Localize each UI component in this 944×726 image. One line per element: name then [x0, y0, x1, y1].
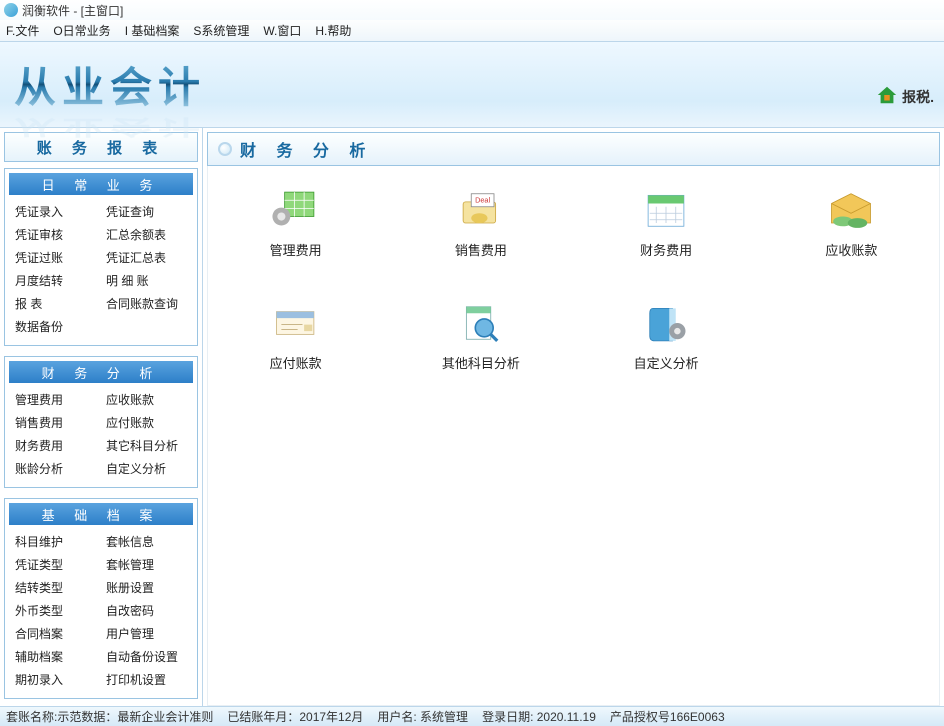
- window-title: 润衡软件 - [主窗口]: [22, 2, 123, 19]
- app-label: 自定义分析: [634, 353, 699, 372]
- sidebar-item[interactable]: 应付账款: [106, 414, 187, 431]
- logo-reflection: 从业会计: [14, 113, 206, 144]
- sidebar-item[interactable]: 自动备份设置: [106, 648, 187, 665]
- sidebar-item[interactable]: 账龄分析: [15, 460, 96, 477]
- sidebar-item[interactable]: 管理费用: [15, 391, 96, 408]
- status-account-name: 套账名称:示范数据：最新企业会计准则: [6, 708, 213, 725]
- tax-report-link[interactable]: 报税.: [876, 84, 934, 109]
- sidebar-item[interactable]: 报 表: [15, 295, 96, 312]
- menubar: F.文件 O日常业务 I 基础档案 S系统管理 W.窗口 H.帮助: [0, 20, 944, 42]
- sidebar-item[interactable]: 凭证查询: [106, 203, 187, 220]
- coins-envelope-icon: [823, 186, 879, 234]
- sidebar-item[interactable]: 自改密码: [106, 602, 187, 619]
- content-title: 财 务 分 析: [240, 137, 373, 161]
- app-sales-expense[interactable]: Deal 销售费用: [426, 186, 536, 259]
- app-label: 应付账款: [270, 353, 322, 372]
- status-username: 用户名: 系统管理: [377, 708, 468, 725]
- calendar-icon: [638, 186, 694, 234]
- sidebar-item[interactable]: 汇总余额表: [106, 226, 187, 243]
- main: 账 务 报 表 日 常 业 务 凭证录入 凭证查询 凭证审核 汇总余额表 凭证过…: [0, 128, 944, 706]
- sidebar-group-header[interactable]: 财 务 分 析: [9, 361, 193, 383]
- sidebar-item[interactable]: 凭证汇总表: [106, 249, 187, 266]
- sidebar-item[interactable]: 外币类型: [15, 602, 96, 619]
- sidebar: 账 务 报 表 日 常 业 务 凭证录入 凭证查询 凭证审核 汇总余额表 凭证过…: [0, 128, 203, 706]
- sidebar-item[interactable]: 凭证录入: [15, 203, 96, 220]
- sidebar-item[interactable]: 科目维护: [15, 533, 96, 550]
- app-custom-analysis[interactable]: 自定义分析: [611, 299, 721, 372]
- sidebar-item[interactable]: 凭证审核: [15, 226, 96, 243]
- sidebar-item[interactable]: 辅助档案: [15, 648, 96, 665]
- app-other-analysis[interactable]: 其他科目分析: [426, 299, 536, 372]
- tax-label: 报税.: [902, 87, 934, 107]
- app-label: 其他科目分析: [442, 353, 520, 372]
- sidebar-item[interactable]: 自定义分析: [106, 460, 187, 477]
- sidebar-item[interactable]: 用户管理: [106, 625, 187, 642]
- deal-money-icon: Deal: [453, 186, 509, 234]
- sidebar-item[interactable]: 月度结转: [15, 272, 96, 289]
- content-header: 财 务 分 析: [207, 132, 940, 166]
- sidebar-group-daily: 日 常 业 务 凭证录入 凭证查询 凭证审核 汇总余额表 凭证过账 凭证汇总表 …: [4, 168, 198, 346]
- titlebar: 润衡软件 - [主窗口]: [0, 0, 944, 20]
- sidebar-item[interactable]: 打印机设置: [106, 671, 187, 688]
- sidebar-item[interactable]: 套帐管理: [106, 556, 187, 573]
- status-closed-period: 已结账年月：2017年12月: [227, 708, 363, 725]
- app-label: 销售费用: [455, 240, 507, 259]
- svg-text:Deal: Deal: [475, 196, 490, 205]
- sidebar-item[interactable]: 凭证类型: [15, 556, 96, 573]
- cheque-icon: [268, 299, 324, 347]
- app-finance-expense[interactable]: 财务费用: [611, 186, 721, 259]
- app-icon: [4, 3, 18, 17]
- sidebar-item[interactable]: 其它科目分析: [106, 437, 187, 454]
- status-login-date: 登录日期: 2020.11.19: [482, 708, 596, 725]
- sidebar-item[interactable]: 合同账款查询: [106, 295, 187, 312]
- menu-file[interactable]: F.文件: [6, 22, 39, 39]
- sidebar-group-analysis: 财 务 分 析 管理费用 应收账款 销售费用 应付账款 财务费用 其它科目分析 …: [4, 356, 198, 488]
- app-grid: 管理费用 Deal 销售费用 财务费用: [218, 186, 929, 372]
- file-search-icon: [453, 299, 509, 347]
- house-icon: [876, 84, 898, 109]
- sidebar-item[interactable]: 合同档案: [15, 625, 96, 642]
- sidebar-item[interactable]: 明 细 账: [106, 272, 187, 289]
- book-gear-icon: [638, 299, 694, 347]
- content-body: 管理费用 Deal 销售费用 财务费用: [207, 166, 940, 706]
- statusbar: 套账名称:示范数据：最新企业会计准则 已结账年月：2017年12月 用户名: 系…: [0, 706, 944, 726]
- menu-window[interactable]: W.窗口: [263, 22, 301, 39]
- banner: 从业会计 从业会计 报税.: [0, 42, 944, 128]
- sidebar-item[interactable]: 销售费用: [15, 414, 96, 431]
- sidebar-item[interactable]: 期初录入: [15, 671, 96, 688]
- menu-archive[interactable]: I 基础档案: [125, 22, 180, 39]
- sidebar-item[interactable]: 应收账款: [106, 391, 187, 408]
- sidebar-item[interactable]: 数据备份: [15, 318, 187, 335]
- sidebar-group-header[interactable]: 日 常 业 务: [9, 173, 193, 195]
- content: 财 务 分 析 管理费用 Deal 销售费用: [203, 128, 944, 706]
- menu-daily[interactable]: O日常业务: [53, 22, 110, 39]
- app-mgmt-expense[interactable]: 管理费用: [241, 186, 351, 259]
- sidebar-item[interactable]: 结转类型: [15, 579, 96, 596]
- app-label: 财务费用: [640, 240, 692, 259]
- sidebar-item[interactable]: 账册设置: [106, 579, 187, 596]
- status-license: 产品授权号166E0063: [610, 708, 725, 725]
- sidebar-item[interactable]: 财务费用: [15, 437, 96, 454]
- spreadsheet-gear-icon: [268, 186, 324, 234]
- sidebar-group-archive: 基 础 档 案 科目维护 套帐信息 凭证类型 套帐管理 结转类型 账册设置 外币…: [4, 498, 198, 699]
- app-label: 应收账款: [825, 240, 877, 259]
- sidebar-item[interactable]: 套帐信息: [106, 533, 187, 550]
- logo-text: 从业会计: [14, 54, 206, 115]
- menu-help[interactable]: H.帮助: [315, 22, 351, 39]
- app-label: 管理费用: [270, 240, 322, 259]
- sidebar-item[interactable]: 凭证过账: [15, 249, 96, 266]
- sidebar-group-header[interactable]: 基 础 档 案: [9, 503, 193, 525]
- app-payable[interactable]: 应付账款: [241, 299, 351, 372]
- menu-system[interactable]: S系统管理: [193, 22, 249, 39]
- app-receivable[interactable]: 应收账款: [796, 186, 906, 259]
- header-dot-icon: [218, 142, 232, 156]
